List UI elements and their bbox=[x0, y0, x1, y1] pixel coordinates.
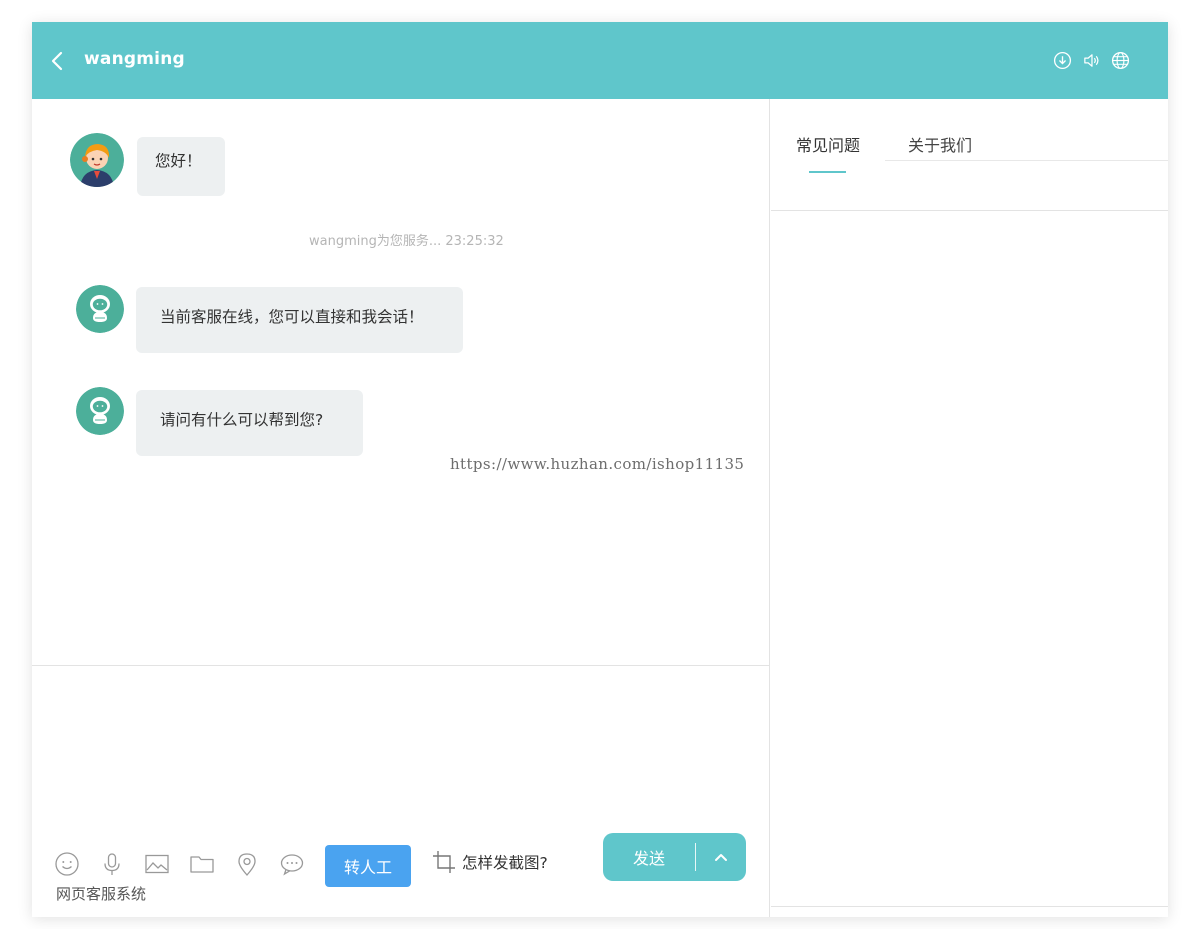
footer-label: 网页客服系统 bbox=[56, 885, 147, 903]
comment-icon[interactable] bbox=[279, 851, 305, 877]
service-status-note: wangming为您服务... 23:25:32 bbox=[309, 234, 504, 249]
globe-icon[interactable] bbox=[1111, 51, 1130, 70]
tab-faq[interactable]: 常见问题 bbox=[796, 132, 860, 156]
crop-icon bbox=[433, 851, 455, 873]
page-title: wangming bbox=[84, 49, 185, 69]
robot-avatar bbox=[76, 285, 124, 333]
message-bubble: 请问有什么可以帮到您? bbox=[136, 390, 363, 456]
message-input-area[interactable]: 转人工 怎样发截图? 发送 网页客服系统 bbox=[32, 665, 770, 917]
microphone-icon[interactable] bbox=[99, 851, 125, 877]
tab-divider bbox=[885, 160, 1168, 161]
transfer-to-agent-button[interactable]: 转人工 bbox=[325, 845, 411, 887]
message-item: 当前客服在线，您可以直接和我会话！ bbox=[76, 285, 463, 353]
message-item: 请问有什么可以帮到您? bbox=[76, 387, 363, 456]
send-options-button[interactable] bbox=[696, 833, 746, 881]
location-icon[interactable] bbox=[234, 851, 260, 877]
robot-avatar bbox=[76, 387, 124, 435]
chevron-up-icon bbox=[715, 854, 727, 861]
header-bar: wangming bbox=[32, 22, 1168, 99]
emoji-icon[interactable] bbox=[54, 851, 80, 877]
input-toolbar: 转人工 bbox=[54, 843, 411, 887]
speaker-icon[interactable] bbox=[1082, 51, 1101, 70]
screenshot-help-label: 怎样发截图? bbox=[462, 854, 548, 872]
message-bubble: 当前客服在线，您可以直接和我会话！ bbox=[136, 287, 463, 353]
message-list[interactable]: 您好！ wangming为您服务... 23:25:32 当前客服在线，您可以直… bbox=[32, 99, 770, 665]
header-actions bbox=[1053, 51, 1130, 70]
message-item: 您好！ bbox=[70, 133, 225, 196]
side-tabs: 常见问题 关于我们 bbox=[771, 99, 1168, 211]
watermark-text: https://www.huzhan.com/ishop11135 bbox=[450, 455, 745, 473]
send-button[interactable]: 发送 bbox=[603, 833, 695, 881]
screenshot-help-link[interactable]: 怎样发截图? bbox=[432, 850, 548, 874]
message-bubble: 您好！ bbox=[137, 137, 225, 196]
agent-avatar bbox=[70, 133, 124, 187]
folder-icon[interactable] bbox=[189, 851, 215, 877]
send-button-group: 发送 bbox=[603, 833, 746, 881]
active-tab-indicator bbox=[809, 171, 846, 173]
chevron-left-icon[interactable] bbox=[46, 48, 70, 74]
tab-about-us[interactable]: 关于我们 bbox=[908, 132, 972, 156]
image-icon[interactable] bbox=[144, 851, 170, 877]
download-circle-icon[interactable] bbox=[1053, 51, 1072, 70]
side-panel: 常见问题 关于我们 bbox=[771, 99, 1168, 907]
chat-window: wangming 您好！ wangming为您服务... 23:25:32 当前… bbox=[32, 22, 1168, 917]
